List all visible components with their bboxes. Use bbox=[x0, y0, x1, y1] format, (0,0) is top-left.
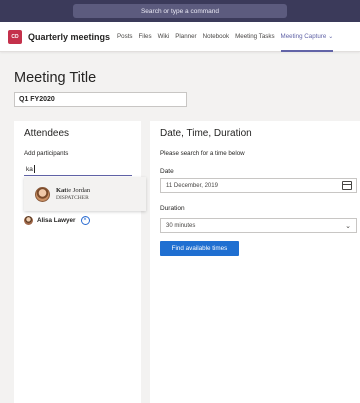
meeting-title-label: Meeting Title bbox=[14, 70, 97, 86]
tab-posts[interactable]: Posts bbox=[117, 22, 132, 52]
tab-bar: Posts Files Wiki Planner Notebook Meetin… bbox=[117, 22, 339, 52]
add-participants-label: Add participants bbox=[24, 150, 69, 157]
date-value: 11 December, 2019 bbox=[166, 182, 218, 189]
top-search-bar: Search or type a command bbox=[0, 0, 360, 22]
suggestion-text: Katie Jordan DISPATCHER bbox=[56, 187, 90, 201]
search-placeholder: Search or type a command bbox=[140, 7, 220, 15]
team-name: Quarterly meetings bbox=[28, 31, 111, 42]
suggestion-name-match: Kat bbox=[56, 187, 67, 194]
duration-value: 30 minutes bbox=[166, 222, 196, 229]
schedule-help-text: Please search for a time below bbox=[160, 150, 245, 157]
attendee-name: Alisa Lawyer bbox=[37, 216, 76, 224]
find-available-times-button[interactable]: Find available times bbox=[160, 241, 239, 256]
tab-meeting-capture[interactable]: Meeting Capture ⌄ bbox=[280, 22, 334, 52]
attendees-panel: Attendees Add participants ka Katie Jord… bbox=[14, 121, 146, 403]
participant-search-value: ka bbox=[26, 165, 33, 173]
avatar bbox=[35, 186, 50, 202]
attendees-heading: Attendees bbox=[24, 128, 70, 139]
tab-planner[interactable]: Planner bbox=[175, 22, 196, 52]
duration-dropdown[interactable]: 30 minutes ⌄ bbox=[160, 218, 357, 233]
calendar-icon[interactable] bbox=[342, 181, 352, 190]
people-suggestion[interactable]: Katie Jordan DISPATCHER bbox=[24, 177, 146, 211]
chevron-down-icon: ⌄ bbox=[328, 34, 334, 40]
close-circle-icon[interactable]: × bbox=[80, 215, 90, 225]
date-label: Date bbox=[160, 168, 174, 175]
suggestion-role: DISPATCHER bbox=[56, 195, 89, 201]
tab-files[interactable]: Files bbox=[139, 22, 152, 52]
suggestion-name: Katie Jordan bbox=[56, 187, 90, 194]
team-avatar: CD bbox=[8, 29, 22, 44]
tab-wiki[interactable]: Wiki bbox=[158, 22, 170, 52]
date-field[interactable]: 11 December, 2019 bbox=[160, 178, 357, 193]
chevron-down-icon: ⌄ bbox=[345, 223, 351, 230]
attendee-item: Alisa Lawyer × bbox=[24, 214, 90, 226]
tab-meeting-capture-label: Meeting Capture bbox=[280, 33, 327, 40]
participant-search-input[interactable]: ka bbox=[24, 163, 132, 176]
suggestion-name-rest: ie Jordan bbox=[66, 187, 91, 194]
tab-notebook[interactable]: Notebook bbox=[203, 22, 230, 52]
schedule-panel: Date, Time, Duration Please search for a… bbox=[150, 121, 360, 403]
avatar bbox=[24, 215, 33, 225]
duration-label: Duration bbox=[160, 205, 185, 212]
text-caret bbox=[33, 165, 35, 173]
tab-meeting-tasks[interactable]: Meeting Tasks bbox=[235, 22, 274, 52]
schedule-heading: Date, Time, Duration bbox=[160, 128, 252, 139]
command-search-box[interactable]: Search or type a command bbox=[73, 4, 287, 18]
meeting-title-input[interactable]: Q1 FY2020 bbox=[14, 92, 187, 107]
channel-header: CD Quarterly meetings Posts Files Wiki P… bbox=[0, 22, 360, 52]
